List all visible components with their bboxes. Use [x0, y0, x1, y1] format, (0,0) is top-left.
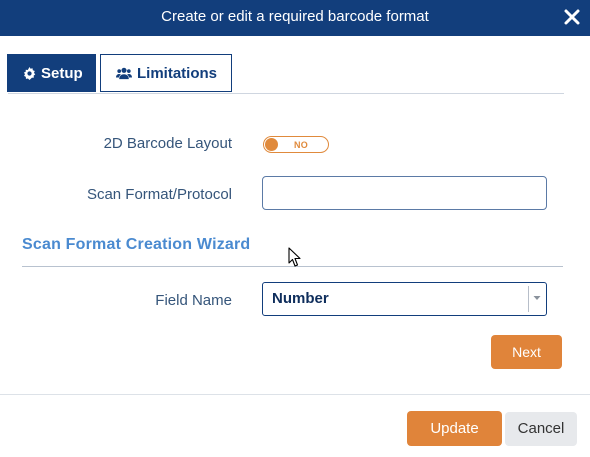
protocol-label: Scan Format/Protocol	[86, 186, 232, 203]
tab-limitations-label: Limitations	[137, 64, 218, 82]
dialog-titlebar: Create or edit a required barcode format	[0, 0, 590, 36]
toggle-state-text: NO	[294, 140, 309, 150]
field-name-value: Number	[272, 290, 329, 307]
select-divider	[528, 286, 529, 312]
layout-label: 2D Barcode Layout	[103, 135, 232, 152]
users-icon	[116, 67, 132, 79]
footer-divider	[0, 394, 590, 395]
cancel-button[interactable]: Cancel	[505, 412, 577, 446]
close-icon[interactable]	[563, 8, 581, 26]
tab-setup[interactable]: Setup	[7, 54, 96, 92]
gear-icon	[23, 66, 36, 80]
chevron-down-icon	[533, 296, 541, 300]
tab-setup-label: Setup	[41, 64, 83, 82]
toggle-knob	[265, 138, 278, 151]
wizard-title: Scan Format Creation Wizard	[22, 236, 251, 253]
tab-limitations[interactable]: Limitations	[100, 54, 232, 92]
layout-toggle[interactable]: NO	[263, 136, 329, 153]
field-name-label: Field Name	[155, 292, 232, 309]
tabs-divider	[8, 93, 564, 94]
update-button[interactable]: Update	[407, 411, 502, 446]
protocol-input[interactable]	[262, 176, 547, 210]
field-name-select[interactable]: Number	[262, 282, 547, 316]
mouse-cursor-icon	[288, 247, 301, 267]
dialog-title: Create or edit a required barcode format	[161, 8, 429, 25]
next-button[interactable]: Next	[491, 335, 562, 369]
